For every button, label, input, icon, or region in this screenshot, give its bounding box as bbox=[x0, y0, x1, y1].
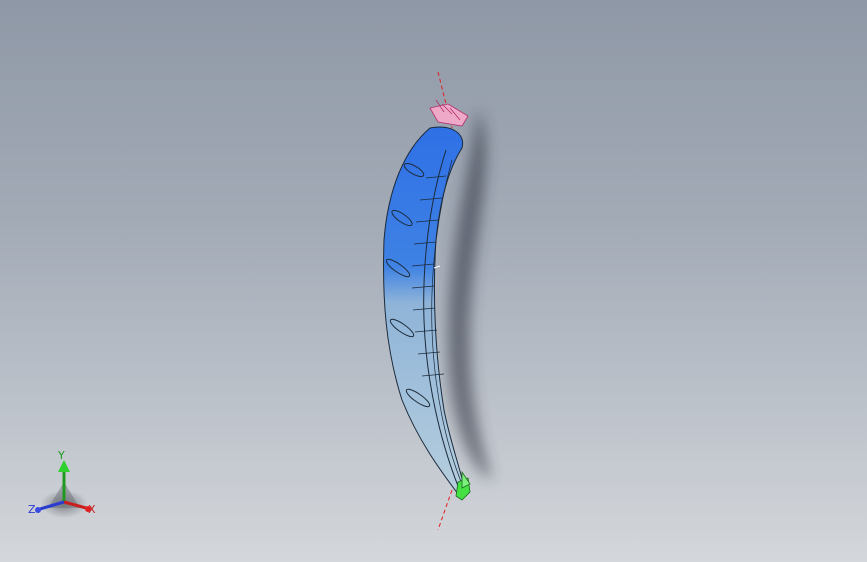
axis-line-bottom bbox=[437, 489, 453, 531]
triad-y-label: Y bbox=[58, 449, 65, 462]
reference-triad: Y X Z bbox=[24, 446, 104, 526]
model-view[interactable] bbox=[0, 0, 867, 562]
triad-x-label: X bbox=[88, 503, 96, 516]
top-feature[interactable] bbox=[429, 99, 469, 127]
graphics-viewport[interactable]: Y X Z bbox=[0, 0, 867, 562]
model-shadow bbox=[447, 110, 492, 480]
triad-z-label: Z bbox=[28, 503, 36, 516]
